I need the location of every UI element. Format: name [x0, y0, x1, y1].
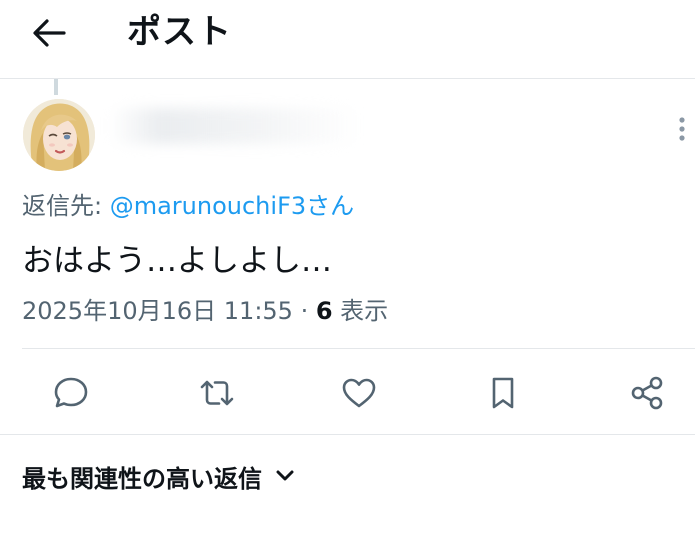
comment-bubble-icon	[54, 377, 88, 408]
more-options-button[interactable]	[672, 112, 692, 146]
repost-button[interactable]	[194, 370, 240, 416]
divider	[22, 348, 695, 349]
reply-to-line: 返信先: @marunouchiF3さん	[22, 188, 354, 224]
post-meta: 2025年10月16日 11:55 · 6 表示	[22, 292, 388, 330]
divider	[0, 434, 695, 435]
post-timestamp[interactable]: 2025年10月16日 11:55	[22, 297, 293, 325]
repost-arrows-icon	[200, 380, 234, 406]
avatar[interactable]	[23, 99, 95, 171]
reply-to-prefix: 返信先:	[22, 192, 110, 220]
more-vertical-icon	[679, 117, 685, 141]
bookmark-icon	[492, 377, 514, 409]
meta-separator: ·	[292, 297, 316, 325]
heart-icon	[342, 378, 376, 408]
top-bar: ポスト	[0, 0, 695, 79]
views-label: 表示	[332, 297, 389, 325]
like-button[interactable]	[336, 370, 382, 416]
reply-button[interactable]	[48, 370, 94, 416]
thread-connector-line	[54, 79, 58, 95]
action-bar	[0, 360, 695, 426]
replies-sort-dropdown[interactable]: 最も関連性の高い返信	[22, 456, 296, 496]
blurred-user-name	[110, 108, 360, 144]
back-button[interactable]	[26, 12, 72, 54]
share-icon	[631, 376, 663, 410]
replies-sort-label: 最も関連性の高い返信	[22, 464, 262, 493]
reply-mention-link[interactable]: @marunouchiF3さん	[110, 192, 354, 220]
post-text: おはよう…よしよし…	[22, 243, 332, 279]
avatar-image	[23, 99, 95, 171]
views-count: 6	[315, 297, 333, 325]
share-button[interactable]	[624, 370, 670, 416]
bookmark-button[interactable]	[480, 370, 526, 416]
arrow-left-icon	[33, 19, 66, 47]
page-title: ポスト	[127, 12, 232, 52]
chevron-down-icon	[274, 465, 296, 487]
